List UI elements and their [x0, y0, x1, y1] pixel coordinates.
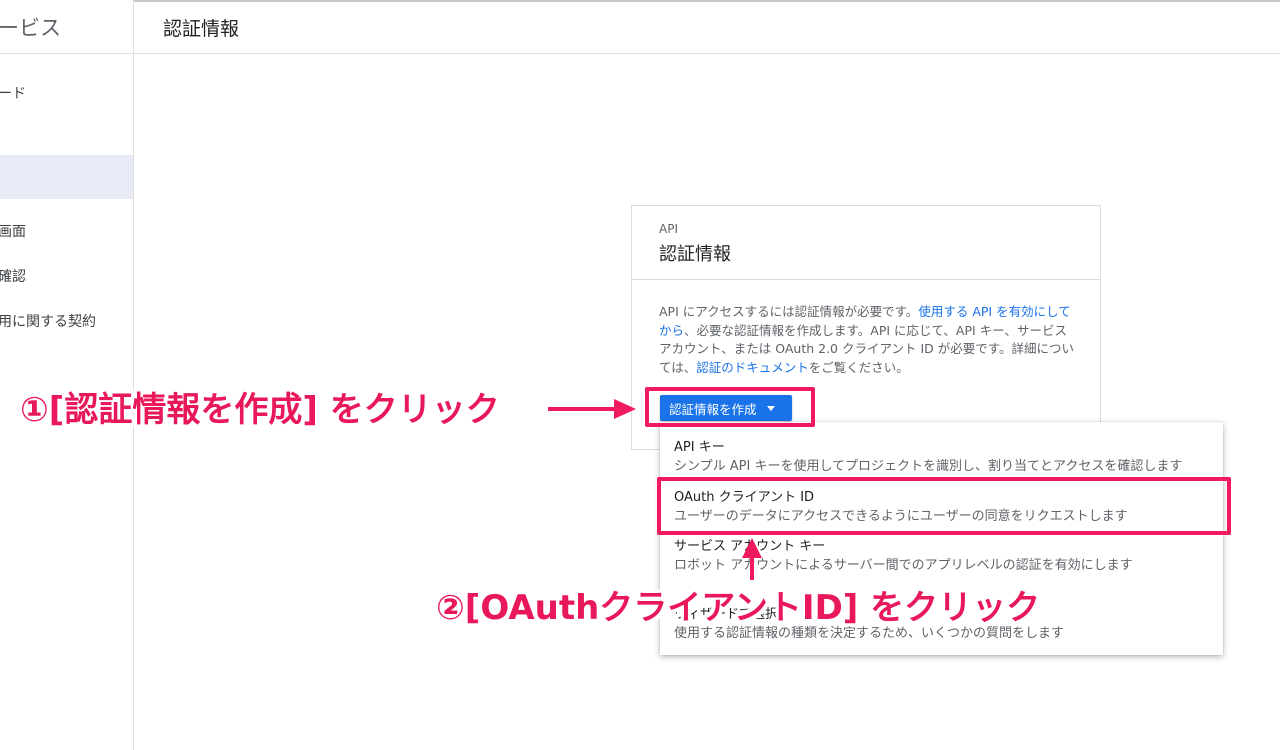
arrow-1-head	[614, 399, 636, 419]
arrow-2-head	[742, 538, 762, 558]
annotation-arrows	[548, 399, 762, 580]
annotation-step-2: ②[OAuthクライアントID] をクリック	[436, 588, 1041, 628]
annotation-step-1: ①[認証情報を作成] をクリック	[20, 390, 500, 430]
